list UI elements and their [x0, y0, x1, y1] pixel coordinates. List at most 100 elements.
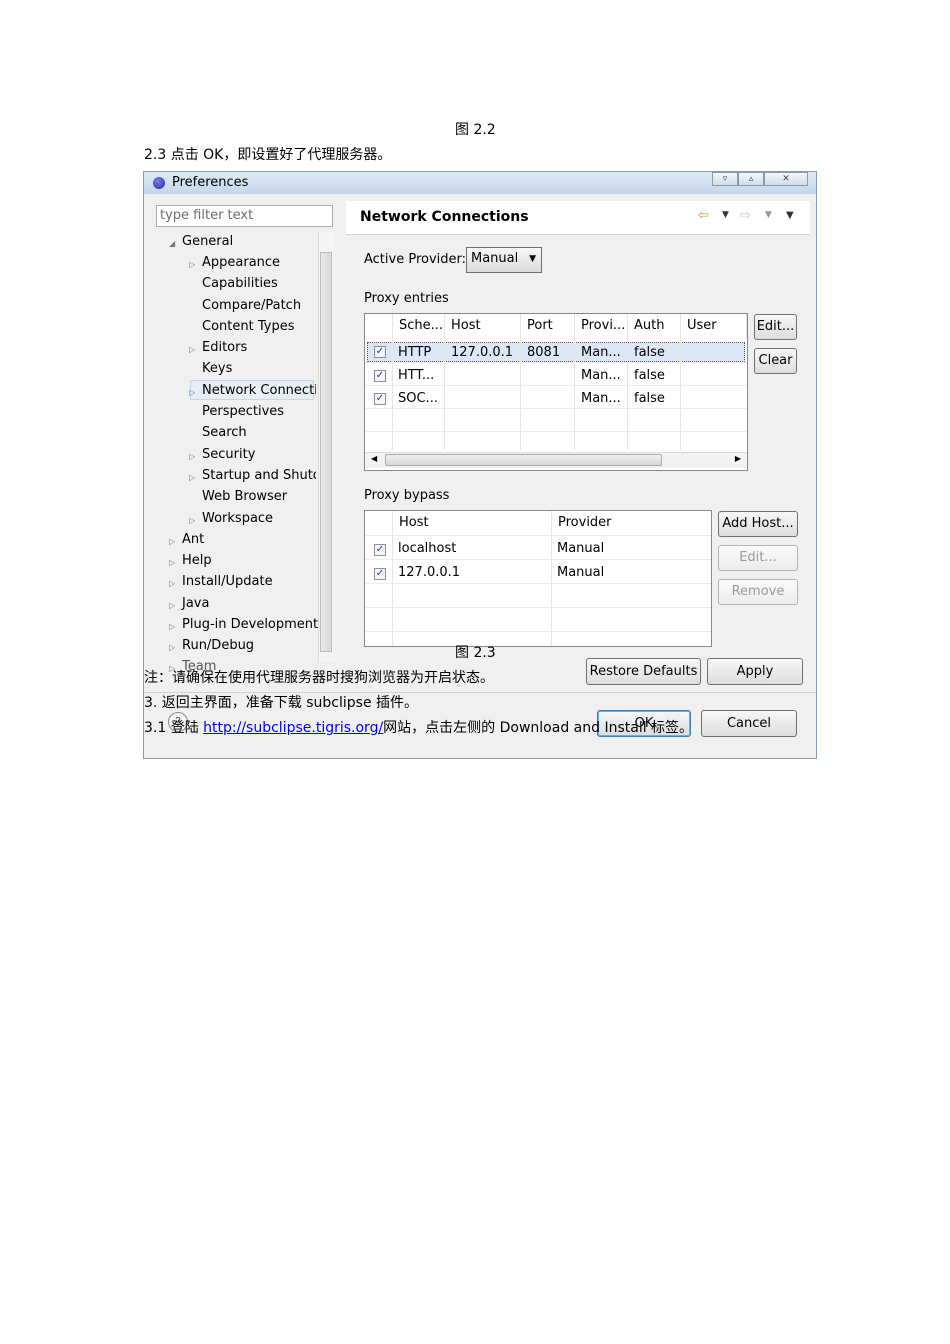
note-text: 注：请确保在使用代理服务器时搜狗浏览器为开启状态。 — [144, 670, 494, 686]
column-header-check — [365, 511, 393, 535]
minimize-icon[interactable]: ▿ — [712, 172, 738, 186]
collapsed-arrow-icon[interactable]: ▷ — [169, 558, 175, 567]
bypass-edit-button[interactable]: Edit... — [718, 545, 798, 571]
active-provider-label: Active Provider: — [364, 252, 467, 267]
entries-horizontal-scrollbar[interactable]: ◀ ▶ — [365, 452, 747, 468]
active-provider-select[interactable]: Manual ▼ — [466, 247, 542, 273]
step-3-text: 3. 返回主界面，准备下载 subclipse 插件。 — [144, 695, 419, 711]
tree-item-appearance[interactable]: Appearance — [202, 255, 280, 270]
window-caption-buttons: ▿ ▵ ✕ — [712, 172, 808, 186]
collapsed-arrow-icon[interactable]: ▷ — [169, 579, 175, 588]
tree-item-general[interactable]: General — [182, 234, 233, 249]
column-header-auth[interactable]: Auth — [628, 314, 681, 338]
tree-item-keys[interactable]: Keys — [202, 361, 232, 376]
figure-caption-2-2: 图 2.2 — [455, 122, 496, 138]
tree-item-ant[interactable]: Ant — [182, 532, 204, 547]
add-host-button[interactable]: Add Host... — [718, 511, 798, 537]
back-menu-icon[interactable]: ▼ — [722, 210, 729, 220]
edit-entry-button[interactable]: Edit... — [754, 314, 797, 340]
cell-provider: Man... — [581, 391, 621, 406]
cancel-button[interactable]: Cancel — [701, 710, 797, 737]
column-header-scheme[interactable]: Sche... — [393, 314, 445, 338]
tree-item-perspectives[interactable]: Perspectives — [202, 404, 284, 419]
cell-scheme: HTTP — [398, 345, 432, 360]
bypass-cell-host: localhost — [398, 541, 457, 556]
clear-button[interactable]: Clear — [754, 348, 797, 374]
tree-item-content-types[interactable]: Content Types — [202, 319, 294, 334]
forward-menu-icon[interactable]: ▼ — [765, 210, 772, 220]
filter-input[interactable]: type filter text — [156, 205, 333, 227]
cell-scheme: HTT... — [398, 368, 435, 383]
close-icon[interactable]: ✕ — [764, 172, 808, 186]
dropdown-arrow-icon: ▼ — [529, 254, 536, 264]
bypass-row-checkbox[interactable]: ✓ — [374, 568, 386, 580]
collapsed-arrow-icon[interactable]: ▷ — [189, 388, 195, 397]
cell-provider: Man... — [581, 368, 621, 383]
tree-item-editors[interactable]: Editors — [202, 340, 247, 355]
collapsed-arrow-icon[interactable]: ▷ — [169, 537, 175, 546]
scroll-left-icon[interactable]: ◀ — [371, 454, 377, 463]
collapsed-arrow-icon[interactable]: ▷ — [189, 452, 195, 461]
eclipse-icon — [153, 177, 165, 189]
tree-item-help[interactable]: Help — [182, 553, 212, 568]
forward-arrow-icon[interactable]: ⇨ — [740, 208, 751, 223]
tree-item-java[interactable]: Java — [182, 596, 209, 611]
tree-item-capabilities[interactable]: Capabilities — [202, 276, 278, 291]
apply-button[interactable]: Apply — [707, 658, 803, 685]
collapsed-arrow-icon[interactable]: ▷ — [189, 516, 195, 525]
column-header-user[interactable]: User — [681, 314, 747, 338]
cell-provider: Man... — [581, 345, 621, 360]
column-header-check — [365, 314, 393, 338]
proxy-bypass-label: Proxy bypass — [364, 488, 450, 503]
collapsed-arrow-icon[interactable]: ▷ — [169, 601, 175, 610]
collapsed-arrow-icon[interactable]: ▷ — [169, 643, 175, 652]
cell-port: 8081 — [527, 345, 561, 360]
filter-placeholder: type filter text — [160, 208, 254, 223]
bypass-row-checkbox[interactable]: ✓ — [374, 544, 386, 556]
proxy-entries-table: Sche... Host Port Provi... Auth User ✓ H… — [364, 313, 748, 471]
cell-auth: false — [634, 345, 665, 360]
tree-scrollbar-thumb[interactable] — [320, 252, 332, 652]
restore-defaults-button[interactable]: Restore Defaults — [586, 658, 701, 685]
tree-item-security[interactable]: Security — [202, 447, 255, 462]
column-header-provider[interactable]: Provider — [552, 511, 711, 535]
panel-header: Network Connections ⇦ ▼ ⇨ ▼ ▼ — [346, 201, 810, 235]
row-checkbox[interactable]: ✓ — [374, 370, 386, 382]
proxy-bypass-table: Host Provider ✓ localhost Manual ✓ 127.0… — [364, 510, 712, 647]
step-2-3-text: 2.3 点击 OK，即设置好了代理服务器。 — [144, 147, 392, 163]
column-header-host[interactable]: Host — [393, 511, 552, 535]
proxy-entries-label: Proxy entries — [364, 291, 449, 306]
subclipse-link[interactable]: http://subclipse.tigris.org/ — [203, 720, 383, 736]
tree-item-plugin-development[interactable]: Plug-in Development — [182, 617, 318, 632]
step-3-1-text: 3.1 登陆 http://subclipse.tigris.org/网站，点击… — [144, 717, 693, 737]
collapsed-arrow-icon[interactable]: ▷ — [189, 473, 195, 482]
window-title: Preferences — [172, 175, 249, 190]
cell-auth: false — [634, 368, 665, 383]
column-header-port[interactable]: Port — [521, 314, 575, 338]
back-arrow-icon[interactable]: ⇦ — [698, 208, 709, 223]
cell-host: 127.0.0.1 — [451, 345, 514, 360]
collapsed-arrow-icon[interactable]: ▷ — [189, 345, 195, 354]
collapsed-arrow-icon[interactable]: ▷ — [189, 260, 195, 269]
view-menu-icon[interactable]: ▼ — [786, 210, 794, 221]
column-header-host[interactable]: Host — [445, 314, 521, 338]
row-checkbox[interactable]: ✓ — [374, 393, 386, 405]
scroll-right-icon[interactable]: ▶ — [735, 454, 741, 463]
tree-item-install-update[interactable]: Install/Update — [182, 574, 273, 589]
row-checkbox[interactable]: ✓ — [374, 346, 386, 358]
column-header-provider[interactable]: Provi... — [575, 314, 628, 338]
maximize-icon[interactable]: ▵ — [738, 172, 764, 186]
entries-scroll-thumb[interactable] — [385, 454, 662, 466]
expanded-arrow-icon[interactable]: ◢ — [169, 239, 175, 248]
collapsed-arrow-icon[interactable]: ▷ — [169, 622, 175, 631]
preferences-tree: ◢ General ▷ Appearance Capabilities Comp… — [156, 232, 336, 674]
cell-scheme: SOC... — [398, 391, 438, 406]
tree-item-web-browser[interactable]: Web Browser — [202, 489, 287, 504]
tree-item-search[interactable]: Search — [202, 425, 247, 440]
tree-item-compare-patch[interactable]: Compare/Patch — [202, 298, 301, 313]
tree-item-network-connections[interactable]: Network Connecti — [202, 383, 316, 398]
tree-item-run-debug[interactable]: Run/Debug — [182, 638, 254, 653]
tree-item-startup-shutdown[interactable]: Startup and Shutd — [202, 468, 316, 483]
tree-item-workspace[interactable]: Workspace — [202, 511, 273, 526]
remove-button[interactable]: Remove — [718, 579, 798, 605]
